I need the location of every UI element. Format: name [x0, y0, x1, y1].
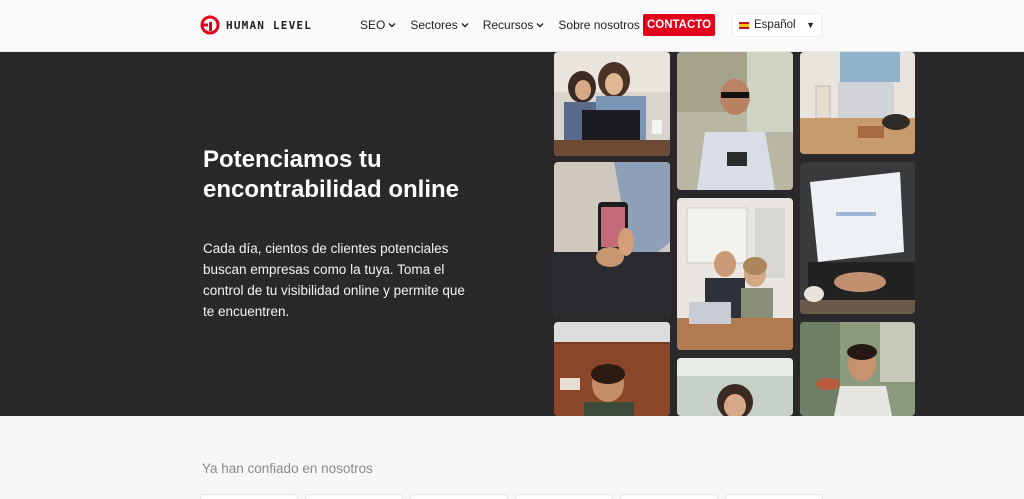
nav-item-sobre-nosotros[interactable]: Sobre nosotros: [558, 18, 651, 32]
brand-logo[interactable]: HUMAN LEVEL: [200, 15, 312, 35]
language-selector[interactable]: Español ▼: [732, 13, 822, 37]
nav-item-label: SEO: [360, 18, 386, 32]
spain-flag-icon: [739, 21, 749, 29]
nav-item-label: Sobre nosotros: [558, 18, 640, 32]
contact-button[interactable]: CONTACTO: [643, 14, 715, 36]
human-level-logo-icon: [200, 15, 220, 35]
photo-women-laptop: [554, 52, 670, 156]
nav-item-label: Recursos: [482, 18, 534, 32]
main-nav: SEO Sectores Recursos Sobre nosotros: [360, 18, 651, 32]
client-logo-card: [515, 494, 613, 499]
chevron-down-icon: [536, 23, 544, 28]
hero-title: Potenciamos tu encontrabilidad online: [203, 146, 460, 203]
photo-laptop-search: [800, 162, 915, 314]
site-header: HUMAN LEVEL SEO Sectores Recursos Sobre …: [0, 0, 1024, 52]
caret-down-icon: ▼: [806, 20, 815, 30]
photo-couple-kitchen: [677, 198, 793, 350]
photo-man-sunglasses-phone: [677, 52, 793, 190]
nav-item-recursos[interactable]: Recursos: [483, 18, 545, 32]
photo-desk-laptop-coffee: [800, 52, 915, 154]
photo-smiling-man: [554, 322, 670, 416]
client-logo-card: [200, 494, 298, 499]
nav-item-label: Sectores: [410, 18, 458, 32]
hero-section: Potenciamos tu encontrabilidad online Ca…: [0, 52, 1024, 416]
nav-item-seo[interactable]: SEO: [360, 18, 396, 32]
client-logo-card: [620, 494, 718, 499]
photo-man-cafe: [800, 322, 915, 416]
client-logo-card: [410, 494, 508, 499]
clients-heading: Ya han confiado en nosotros: [202, 461, 373, 476]
hero-description: Cada día, cientos de clientes potenciale…: [203, 241, 465, 319]
chevron-down-icon: [461, 23, 469, 28]
brand-name: HUMAN LEVEL: [226, 18, 313, 32]
chevron-down-icon: [388, 23, 396, 28]
client-logo-card: [725, 494, 823, 499]
nav-item-sectores[interactable]: Sectores: [410, 18, 469, 32]
photo-phone-hands: [554, 162, 670, 314]
language-selected: Español: [754, 19, 796, 31]
photo-woman-window: [677, 358, 793, 416]
client-logo-card: [305, 494, 403, 499]
